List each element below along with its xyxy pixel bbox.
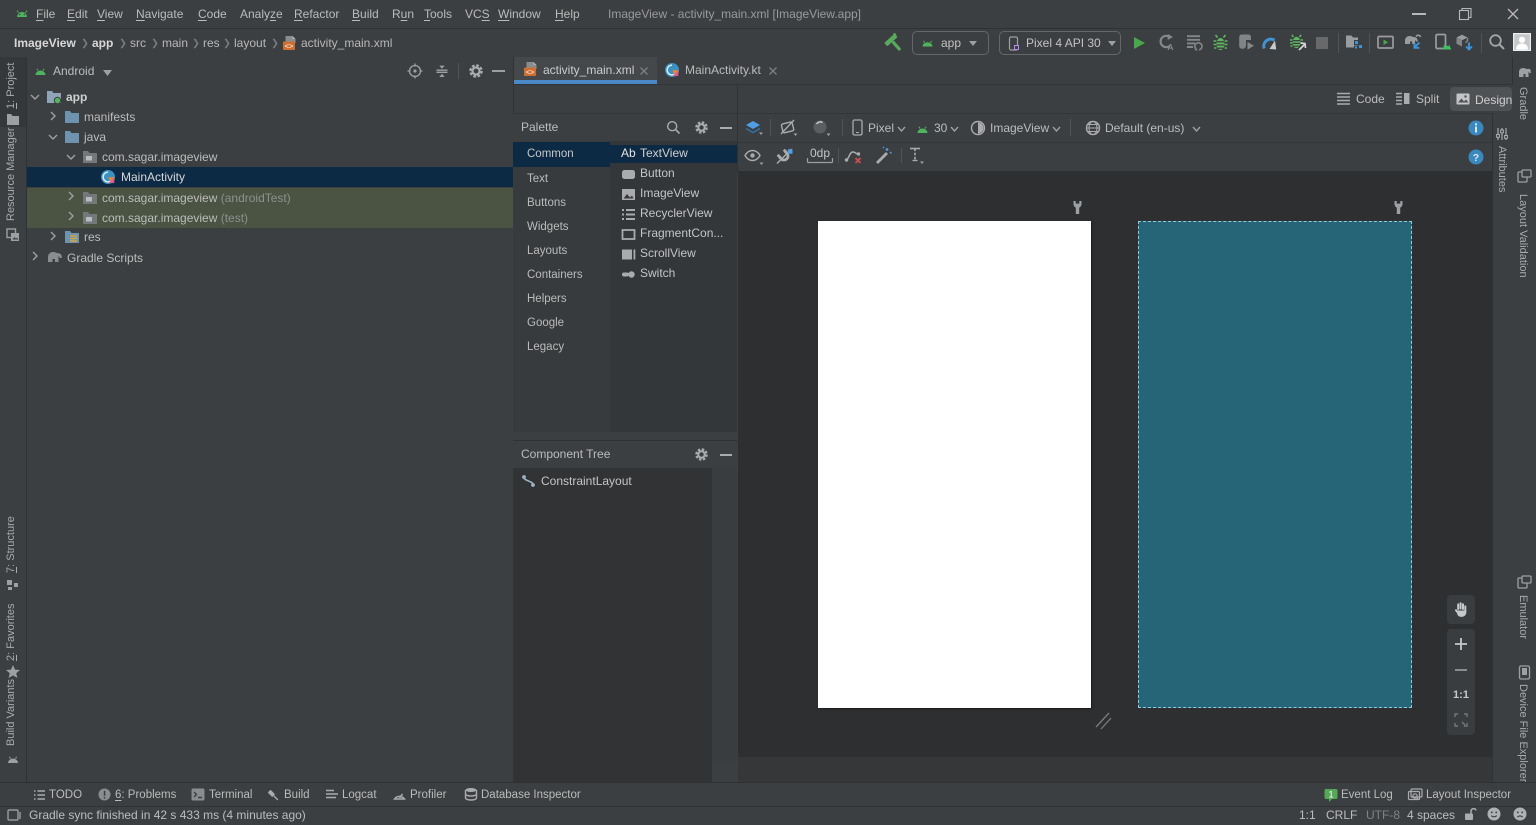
svg-text:1: 1 <box>1328 790 1333 800</box>
svg-text:?: ? <box>1473 152 1479 164</box>
svg-text:A: A <box>1167 42 1173 52</box>
svg-text:<>: <> <box>526 67 535 76</box>
svg-text:<>: <> <box>285 41 294 50</box>
